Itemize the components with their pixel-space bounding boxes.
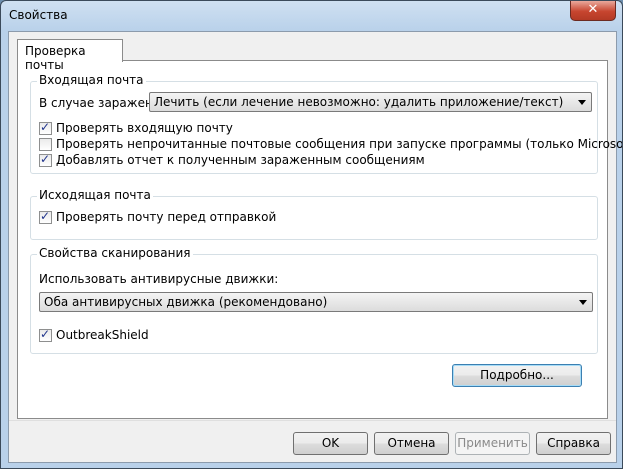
- tab-panel: Входящая почта В случае заражения: Лечит…: [17, 60, 622, 419]
- engines-dropdown[interactable]: Оба антивирусных движка (рекомендовано): [39, 292, 593, 312]
- cancel-button[interactable]: Отмена: [374, 432, 449, 455]
- close-button[interactable]: ✕: [570, 1, 616, 21]
- checkbox-checked-icon: [39, 120, 52, 135]
- footer-divider: [9, 420, 616, 421]
- properties-window: Свойства ✕ Проверка почты Входящая почта…: [0, 0, 623, 469]
- scan-properties-group: Свойства сканирования Использовать антив…: [30, 246, 598, 354]
- tab-mail-check[interactable]: Проверка почты: [17, 39, 123, 72]
- checkbox-checked-icon: [39, 327, 52, 342]
- checkbox-checked-icon: [39, 209, 52, 224]
- dialog-client-area: Проверка почты Входящая почта В случае з…: [8, 31, 622, 463]
- scan-properties-title: Свойства сканирования: [37, 246, 193, 260]
- outgoing-mail-title: Исходящая почта: [37, 188, 153, 202]
- check-unread-label: Проверять непрочитанные почтовые сообщен…: [56, 137, 623, 151]
- check-incoming-label: Проверять входящую почту: [56, 121, 233, 135]
- window-title: Свойства: [9, 8, 68, 22]
- tab-label: Проверка почты: [25, 44, 86, 72]
- apply-button[interactable]: Применить: [455, 432, 530, 455]
- details-button[interactable]: Подробно...: [452, 364, 582, 387]
- chevron-down-icon: [579, 300, 587, 305]
- infection-action-dropdown[interactable]: Лечить (если лечение невозможно: удалить…: [149, 92, 592, 112]
- add-report-label: Добавлять отчет к полученным зараженным …: [56, 153, 425, 167]
- ok-button[interactable]: OK: [293, 432, 368, 455]
- check-before-send-label: Проверять почту перед отправкой: [56, 210, 277, 224]
- outbreakshield-label: OutbreakShield: [56, 328, 149, 342]
- engines-label: Использовать антивирусные движки:: [39, 272, 279, 286]
- outgoing-mail-group: Исходящая почта Проверять почту перед от…: [30, 188, 598, 240]
- checkbox-unchecked-icon: [39, 138, 52, 151]
- incoming-mail-title: Входящая почта: [37, 73, 146, 87]
- engines-value: Оба антивирусных движка (рекомендовано): [44, 295, 328, 309]
- help-button[interactable]: Справка: [536, 432, 611, 455]
- infection-action-value: Лечить (если лечение невозможно: удалить…: [154, 95, 564, 109]
- incoming-mail-group: Входящая почта В случае заражения: Лечит…: [30, 73, 622, 174]
- checkbox-checked-icon: [39, 152, 52, 167]
- title-bar[interactable]: Свойства ✕: [1, 1, 622, 31]
- chevron-down-icon: [578, 100, 586, 105]
